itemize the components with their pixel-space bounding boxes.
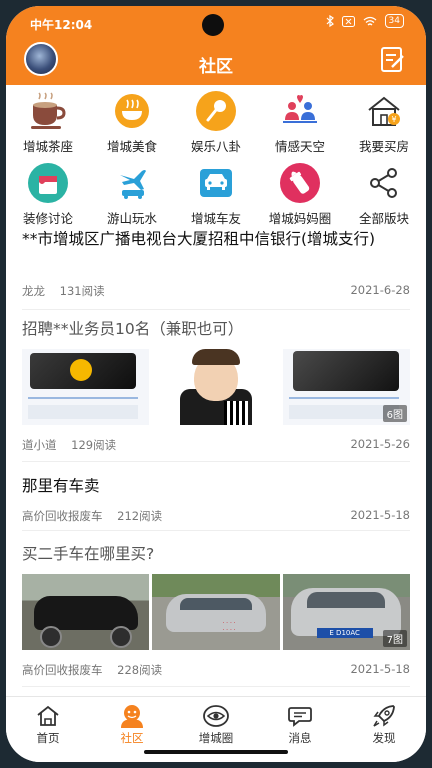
food-bowl-icon — [111, 90, 153, 132]
post-author: 高价回收报废车 — [22, 509, 103, 523]
home-icon — [6, 703, 90, 729]
device-frame: 中午12:04 34 社区 增城茶座 增城美食 娱乐八卦 情感天空 ¥ 我要买房… — [0, 0, 432, 768]
home-indicator[interactable] — [144, 750, 288, 754]
post-image[interactable] — [22, 574, 150, 650]
svg-text:¥: ¥ — [391, 115, 396, 124]
post-images: 6图 — [22, 349, 410, 425]
people-heart-icon — [279, 90, 321, 132]
eye-circle-icon — [174, 703, 258, 729]
category-item[interactable]: ¥ 我要买房 — [342, 90, 426, 155]
chat-icon — [258, 703, 342, 729]
status-icons: 34 — [326, 14, 404, 28]
post-meta: 高价回收报废车 212阅读 — [22, 508, 162, 524]
airplane-car-icon — [111, 162, 153, 204]
tab-label: 社区 — [120, 731, 144, 745]
category-item[interactable]: 增城妈妈圈 — [258, 162, 342, 227]
post-author: 龙龙 — [22, 284, 45, 298]
post-reads: 212阅读 — [117, 509, 163, 523]
category-label: 娱乐八卦 — [190, 139, 241, 154]
post-meta: 道小道 129阅读 — [22, 437, 116, 453]
category-item[interactable]: 增城车友 — [174, 162, 258, 227]
tab-label: 发现 — [372, 731, 396, 745]
category-item[interactable]: 增城美食 — [90, 90, 174, 155]
tab-community[interactable]: 社区 — [90, 703, 174, 746]
post-image[interactable] — [22, 349, 150, 425]
tab-home[interactable]: 首页 — [6, 703, 90, 746]
category-item[interactable]: 全部版块 — [342, 162, 426, 227]
category-label: 增城美食 — [106, 139, 157, 154]
post-item[interactable]: 招聘**业务员10名（兼职也可） 6图 道小道 129阅读 2021-5-26 — [22, 317, 410, 462]
post-image[interactable]: E D10AC 7图 — [282, 574, 410, 650]
battery-level: 34 — [384, 14, 404, 28]
front-camera — [202, 14, 224, 36]
app-header: 中午12:04 34 社区 — [6, 6, 426, 85]
license-plate: E D10AC — [316, 628, 373, 638]
category-label: 情感天空 — [274, 139, 325, 154]
category-item[interactable]: 情感天空 — [258, 90, 342, 155]
category-label: 全部版块 — [358, 211, 409, 226]
image-count-badge: 7图 — [382, 630, 407, 647]
status-bar: 中午12:04 34 — [6, 6, 426, 36]
category-item[interactable]: 装修讨论 — [6, 162, 90, 227]
tab-zengcheng-circle[interactable]: 增城圈 — [174, 703, 258, 746]
category-label: 装修讨论 — [22, 211, 73, 226]
post-meta: 高价回收报废车 228阅读 — [22, 662, 162, 678]
status-time: 中午12:04 — [30, 18, 93, 32]
post-title[interactable]: **市增城区广播电视台大厦招租中信银行(增城支行) — [22, 227, 410, 251]
post-reads: 131阅读 — [59, 284, 105, 298]
house-icon: ¥ — [363, 90, 405, 132]
post-author: 高价回收报废车 — [22, 663, 103, 677]
category-item[interactable]: 娱乐八卦 — [174, 90, 258, 155]
paint-bucket-icon — [27, 162, 69, 204]
microphone-icon — [195, 90, 237, 132]
post-item[interactable]: 那里有车卖 高价回收报废车 212阅读 2021-5-18 — [22, 474, 410, 531]
category-label: 我要买房 — [358, 139, 409, 154]
category-label: 增城茶座 — [22, 139, 73, 154]
mute-icon — [341, 15, 355, 27]
app-screen: 中午12:04 34 社区 增城茶座 增城美食 娱乐八卦 情感天空 ¥ 我要买房… — [6, 6, 426, 762]
post-item[interactable]: **市增城区广播电视台大厦招租中信银行(增城支行) 龙龙 131阅读 2021-… — [22, 227, 410, 310]
share-icon — [363, 162, 405, 204]
post-title[interactable]: 那里有车卖 — [22, 474, 410, 498]
tab-label: 首页 — [36, 731, 60, 745]
tab-label: 消息 — [288, 731, 312, 745]
post-date: 2021-6-28 — [350, 283, 410, 297]
category-label: 游山玩水 — [106, 211, 157, 226]
category-label: 增城妈妈圈 — [268, 211, 332, 226]
post-title[interactable]: 买二手车在哪里买? — [22, 542, 410, 566]
category-label: 增城车友 — [190, 211, 241, 226]
post-item[interactable]: 买二手车在哪里买? · · · · · · · · E D10AC 7图 高价回收… — [22, 542, 410, 687]
post-image[interactable]: · · · · · · · · — [152, 574, 280, 650]
car-icon — [195, 162, 237, 204]
post-author: 道小道 — [22, 438, 57, 452]
community-icon — [90, 703, 174, 729]
post-title[interactable]: 招聘**业务员10名（兼职也可） — [22, 317, 410, 341]
image-count-badge: 6图 — [382, 405, 407, 422]
post-reads: 228阅读 — [117, 663, 163, 677]
post-image[interactable] — [152, 349, 280, 425]
category-item[interactable]: 游山玩水 — [90, 162, 174, 227]
teacup-icon — [27, 90, 69, 132]
page-title: 社区 — [199, 57, 233, 77]
tab-label: 增城圈 — [198, 731, 234, 745]
post-images: · · · · · · · · E D10AC 7图 — [22, 574, 410, 650]
compose-icon[interactable] — [380, 46, 406, 74]
category-item[interactable]: 增城茶座 — [6, 90, 90, 155]
post-date: 2021-5-18 — [350, 662, 410, 676]
bluetooth-icon — [326, 15, 334, 27]
post-meta: 龙龙 131阅读 — [22, 283, 105, 299]
post-reads: 129阅读 — [71, 438, 117, 452]
post-date: 2021-5-18 — [350, 508, 410, 522]
post-image[interactable]: 6图 — [282, 349, 410, 425]
tab-discover[interactable]: 发现 — [342, 703, 426, 746]
tab-messages[interactable]: 消息 — [258, 703, 342, 746]
wifi-icon — [363, 16, 376, 25]
rocket-icon — [342, 703, 426, 729]
baby-bottle-icon — [279, 162, 321, 204]
post-date: 2021-5-26 — [350, 437, 410, 451]
